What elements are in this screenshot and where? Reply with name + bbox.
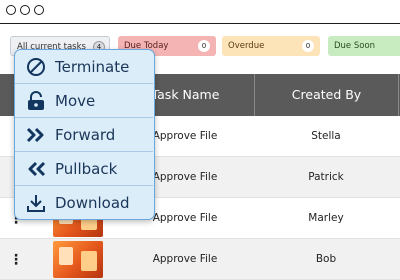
window-close-dot-icon[interactable] [6,5,16,15]
unlocked-padlock-icon [28,91,44,110]
window-minimize-dot-icon[interactable] [20,5,30,15]
menu-item-label: Forward [55,126,116,144]
filter-due-soon[interactable]: Due Soon [328,36,400,56]
header-created-by[interactable]: Created By [254,74,398,116]
menu-item-label: Move [55,92,96,110]
menu-item-terminate[interactable]: Terminate [15,50,153,84]
filter-count-badge: 0 [302,40,314,52]
filter-count-badge: 0 [198,40,210,52]
window-maximize-dot-icon[interactable] [34,5,44,15]
filter-label: Due Soon [334,41,376,51]
row-menu-icon[interactable]: ⋮ [8,249,24,271]
file-thumbnail [53,241,103,278]
created-by-cell: Patrick [308,171,344,183]
double-chevron-left-icon [28,161,46,177]
menu-item-download[interactable]: Download [15,186,153,219]
download-icon [27,195,45,212]
menu-item-label: Pullback [55,160,118,178]
menu-item-move[interactable]: Move [15,84,153,118]
menu-item-label: Terminate [55,58,130,76]
window-titlebar [0,0,400,24]
menu-item-label: Download [55,194,130,212]
table-row[interactable]: ⋮ Approve File Bob [0,239,400,280]
row-context-menu: Terminate Move Forward Pullback Download [14,49,155,220]
prohibited-icon [27,58,45,76]
filter-label: Overdue [228,41,265,51]
created-by-cell: Bob [315,253,337,265]
menu-item-pullback[interactable]: Pullback [15,152,153,186]
filter-overdue[interactable]: Overdue 0 [222,36,320,56]
double-chevron-right-icon [26,127,44,143]
created-by-cell: Marley [308,212,344,224]
menu-item-forward[interactable]: Forward [15,118,153,152]
task-name-cell: Approve File [152,253,218,265]
created-by-cell: Stella [311,130,341,142]
